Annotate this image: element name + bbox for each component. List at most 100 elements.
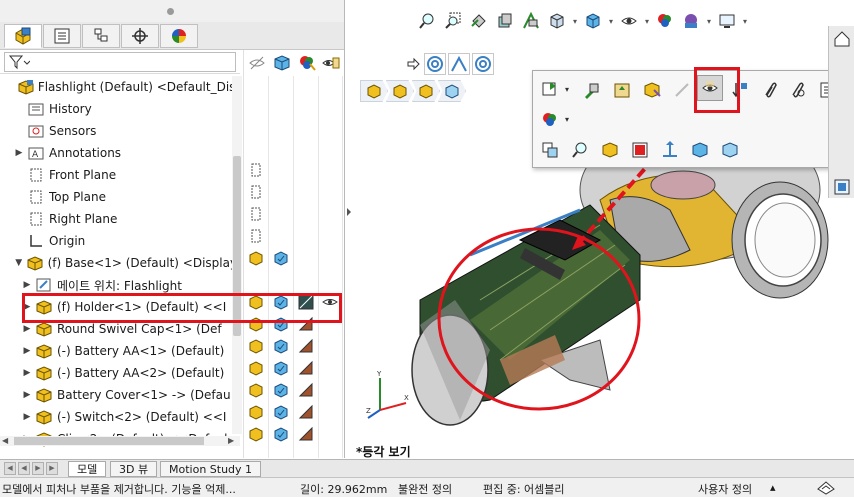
scroll-left-icon[interactable]: ◀ <box>2 436 8 445</box>
origin-visibility-icon[interactable] <box>246 226 266 246</box>
tab-display-manager[interactable] <box>160 24 198 48</box>
tree-expander-icon[interactable]: ▶ <box>20 324 34 334</box>
appearance-cell-icon[interactable] <box>296 424 316 444</box>
view-pane-icon[interactable] <box>537 137 563 163</box>
home-icon[interactable] <box>831 28 853 50</box>
appearance-cell-icon[interactable] <box>296 380 316 400</box>
tree-row[interactable]: Origin <box>0 230 240 252</box>
view-palette-icon[interactable] <box>831 176 853 198</box>
scroll-right-icon[interactable]: ▶ <box>228 436 234 445</box>
tree-row[interactable]: Sensors <box>0 120 240 142</box>
tree-row[interactable]: ▶ (-) Switch<2> (Default) <<I <box>0 406 240 428</box>
link-icon[interactable] <box>785 77 811 103</box>
status-quick-tips-icon[interactable] <box>816 479 836 497</box>
tree-expander-icon[interactable]: ▶ <box>20 368 34 378</box>
status-units[interactable]: 사용자 정의 <box>698 481 752 497</box>
select-circle-button[interactable] <box>424 53 446 75</box>
breadcrumb-assembly[interactable] <box>360 80 388 102</box>
tree-row[interactable]: ▶ (-) Battery AA<2> (Default) <box>0 362 240 384</box>
tree-row[interactable]: ▼ (f) Base<1> (Default) <Display S <box>0 252 240 274</box>
panel-grip[interactable] <box>0 0 344 22</box>
part-visibility-icon[interactable] <box>246 248 266 268</box>
view-settings-icon[interactable] <box>714 9 740 33</box>
section-view-icon[interactable] <box>492 9 518 33</box>
tab-feature-manager[interactable] <box>4 24 42 48</box>
display-mode-cell-icon[interactable] <box>271 336 291 356</box>
tree-vertical-scrollbar[interactable] <box>232 76 242 434</box>
tree-expander-icon[interactable]: ▶ <box>20 280 34 290</box>
view-orientation-icon[interactable] <box>544 9 570 33</box>
color-appearance-icon[interactable] <box>537 107 563 133</box>
edit-appearance-icon[interactable] <box>652 9 678 33</box>
isolate-icon[interactable] <box>669 77 695 103</box>
open-part-icon[interactable] <box>609 77 635 103</box>
edit-part-icon[interactable] <box>579 77 605 103</box>
tree-row[interactable]: Top Plane <box>0 186 240 208</box>
hide-component-icon[interactable] <box>687 137 713 163</box>
part-visibility-icon[interactable] <box>246 402 266 422</box>
dynamic-annotation-icon[interactable] <box>518 9 544 33</box>
appearance-cell-icon[interactable] <box>296 402 316 422</box>
column-hide-show[interactable] <box>246 52 268 74</box>
hscroll-thumb[interactable] <box>14 437 204 445</box>
graphics-viewport[interactable]: ▾ ▾ ▾ ▾ ▾ ▾ ▾ Y X Z *등각 보기 <box>354 0 854 459</box>
prev-tab-icon[interactable]: ◀ <box>18 462 30 475</box>
tree-expander-icon[interactable]: ▶ <box>12 148 26 158</box>
display-mode-cell-icon[interactable] <box>271 402 291 422</box>
column-appearance[interactable] <box>296 52 318 74</box>
view-settings-dropdown-icon[interactable]: ▾ <box>740 17 750 26</box>
attach-icon[interactable] <box>757 77 783 103</box>
plane-visibility-icon[interactable] <box>246 204 266 224</box>
component-appearance-icon[interactable] <box>639 77 665 103</box>
normal-to-icon[interactable] <box>627 137 653 163</box>
tree-filter-input[interactable] <box>4 52 236 72</box>
select-face-button[interactable] <box>472 53 494 75</box>
tab-3d-view[interactable]: 3D 뷰 <box>110 461 158 477</box>
apply-scene-dropdown-icon[interactable]: ▾ <box>704 17 714 26</box>
previous-view-icon[interactable] <box>466 9 492 33</box>
last-tab-icon[interactable]: ▶ <box>46 462 58 475</box>
tab-configuration-manager[interactable] <box>82 24 120 48</box>
move-triad-icon[interactable] <box>657 137 683 163</box>
tree-row[interactable]: ▶ (-) Battery AA<1> (Default) <box>0 340 240 362</box>
zoom-to-fit-icon[interactable] <box>414 9 440 33</box>
display-style-dropdown-icon[interactable]: ▾ <box>606 17 616 26</box>
isolate-component-icon[interactable] <box>597 137 623 163</box>
tree-expander-icon[interactable]: ▶ <box>20 346 34 356</box>
tab-motion-study[interactable]: Motion Study 1 <box>160 461 262 477</box>
apply-scene-icon[interactable] <box>678 9 704 33</box>
zoom-to-area-icon[interactable] <box>440 9 466 33</box>
part-visibility-icon[interactable] <box>246 424 266 444</box>
tree-row[interactable]: Right Plane <box>0 208 240 230</box>
panel-splitter[interactable] <box>345 200 353 224</box>
tree-row[interactable]: Flashlight (Default) <Default_Display <box>0 76 240 98</box>
breadcrumb-subassembly[interactable] <box>386 80 414 102</box>
select-edge-button[interactable] <box>448 53 470 75</box>
tree-horizontal-scrollbar[interactable]: ◀ ▶ <box>0 436 240 446</box>
tree-row[interactable]: ▶ A Annotations <box>0 142 240 164</box>
part-visibility-icon[interactable] <box>246 380 266 400</box>
appearance-cell-icon[interactable] <box>296 358 316 378</box>
plane-visibility-icon[interactable] <box>246 160 266 180</box>
rebuild-icon[interactable] <box>717 137 743 163</box>
color-dropdown-icon[interactable]: ▾ <box>565 115 569 124</box>
breadcrumb-part[interactable] <box>412 80 440 102</box>
display-style-icon[interactable] <box>580 9 606 33</box>
display-mode-cell-icon[interactable] <box>271 380 291 400</box>
breadcrumb-face[interactable] <box>438 80 466 102</box>
tab-dimxpert-manager[interactable] <box>121 24 159 48</box>
plane-visibility-icon[interactable] <box>246 182 266 202</box>
mate-options-icon[interactable] <box>537 77 563 103</box>
mate-dropdown-icon[interactable]: ▾ <box>565 85 569 94</box>
part-visibility-icon[interactable] <box>246 336 266 356</box>
next-tab-icon[interactable]: ▶ <box>32 462 44 475</box>
display-mode-cell-icon[interactable] <box>271 424 291 444</box>
select-arrow-icon[interactable] <box>404 52 422 76</box>
tab-property-manager[interactable] <box>43 24 81 48</box>
column-display-mode[interactable] <box>271 52 293 74</box>
tree-expander-icon[interactable]: ▼ <box>12 258 25 268</box>
zoom-to-selection-icon[interactable] <box>567 137 593 163</box>
tree-row[interactable]: ▶ Battery Cover<1> -> (Defau <box>0 384 240 406</box>
tree-expander-icon[interactable]: ▶ <box>20 390 34 400</box>
tree-expander-icon[interactable]: ▶ <box>20 412 34 422</box>
